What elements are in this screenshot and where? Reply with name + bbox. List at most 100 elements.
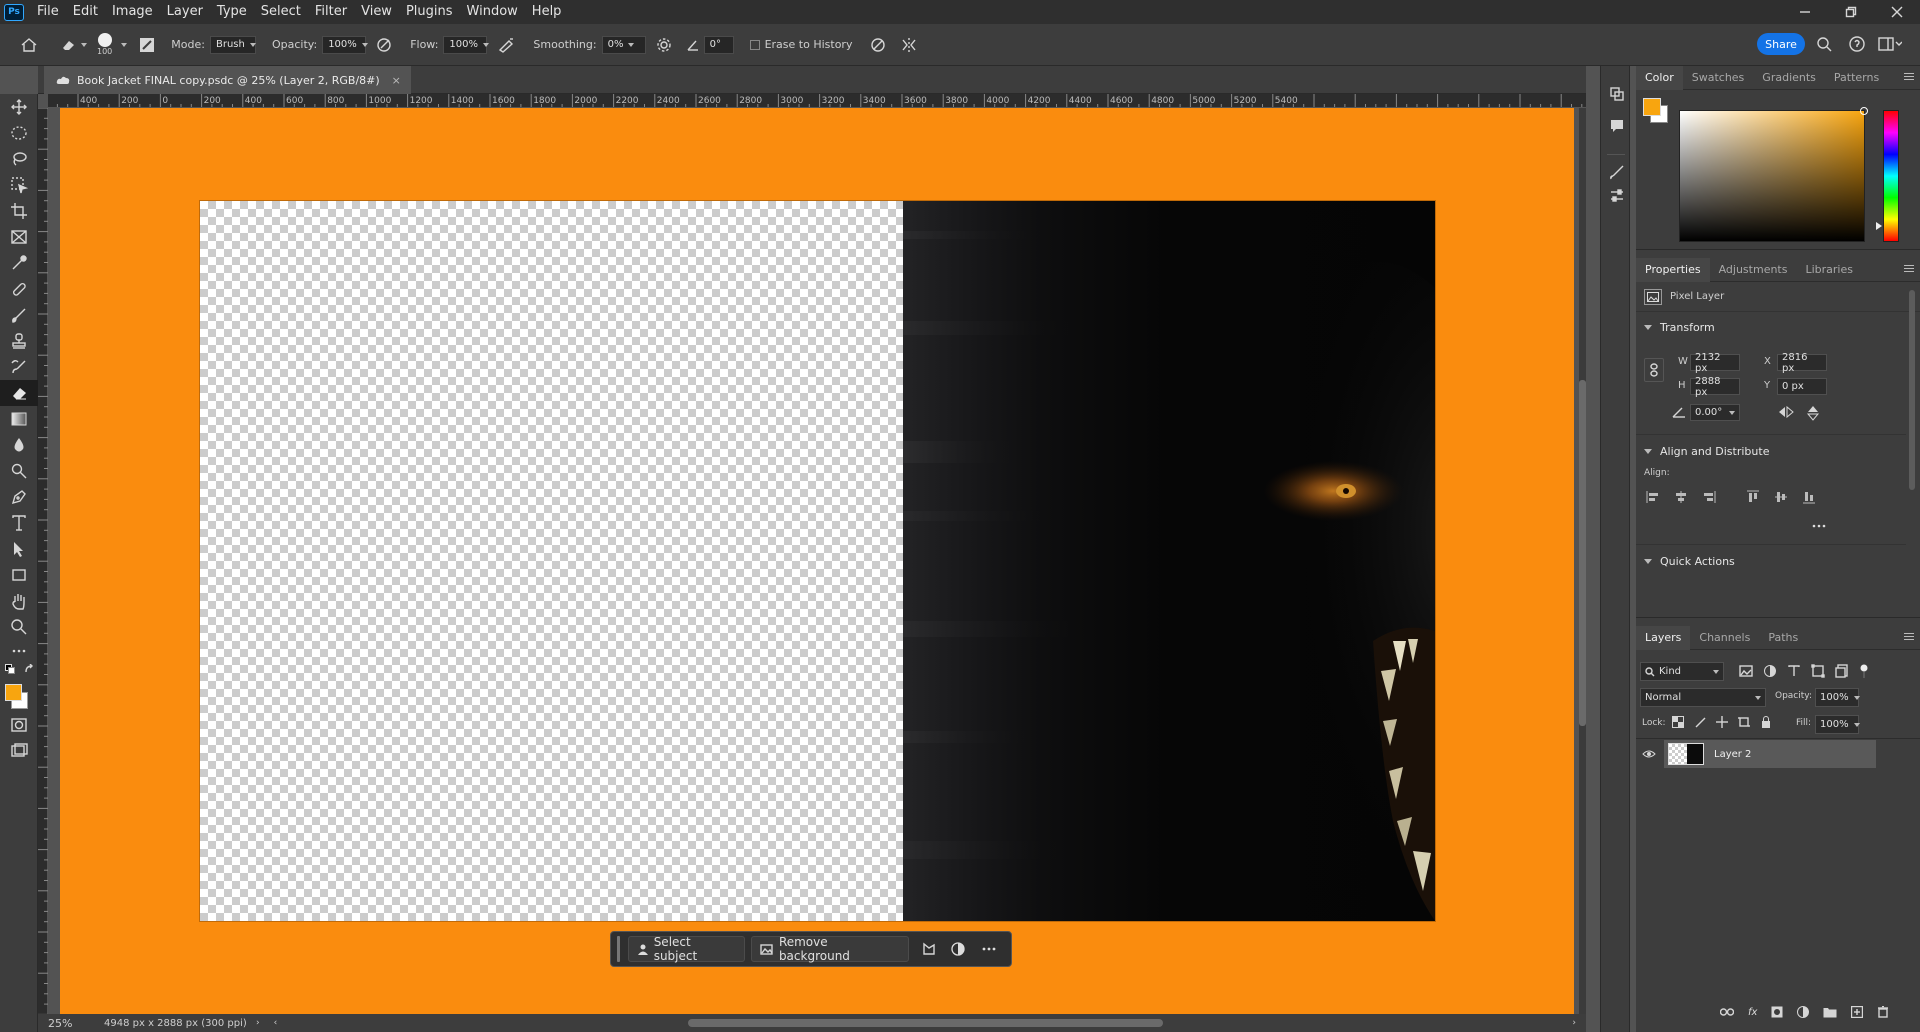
restore-button[interactable] <box>1828 0 1874 24</box>
new-fill-adjustment-layer-icon[interactable] <box>1797 1006 1810 1018</box>
healing-brush-tool-icon[interactable] <box>0 276 38 302</box>
horizontal-scroll-thumb[interactable] <box>688 1019 1163 1027</box>
tab-paths[interactable]: Paths <box>1759 626 1807 650</box>
tab-patterns[interactable]: Patterns <box>1825 66 1888 90</box>
pen-tool-icon[interactable] <box>0 484 38 510</box>
smoothing-settings-gear-icon[interactable] <box>656 37 672 53</box>
link-layers-icon[interactable] <box>1720 1007 1734 1017</box>
hand-tool-icon[interactable] <box>0 588 38 614</box>
blend-mode-select[interactable]: Normal <box>1640 688 1766 707</box>
lock-image-pixels-icon[interactable] <box>1694 716 1706 728</box>
align-horizontal-center-icon[interactable] <box>1674 490 1688 504</box>
lock-all-icon[interactable] <box>1760 716 1772 728</box>
brush-settings-panel-icon[interactable] <box>1609 164 1625 180</box>
tab-channels[interactable]: Channels <box>1690 626 1759 650</box>
mode-select[interactable]: Brush <box>209 35 256 54</box>
color-swatches[interactable] <box>0 678 37 712</box>
layer-name[interactable]: Layer 2 <box>1714 749 1751 760</box>
menu-layer[interactable]: Layer <box>160 0 210 24</box>
menu-image[interactable]: Image <box>105 0 160 24</box>
document-tab[interactable]: Book Jacket FINAL copy.psdc @ 25% (Layer… <box>44 66 411 94</box>
select-subject-button[interactable]: Select subject <box>627 935 746 963</box>
blur-tool-icon[interactable] <box>0 432 38 458</box>
flip-horizontal-icon[interactable] <box>1778 405 1794 419</box>
scroll-left-icon[interactable]: ‹ <box>274 1018 278 1028</box>
adjustments-panel-icon[interactable] <box>1609 188 1625 204</box>
tab-swatches[interactable]: Swatches <box>1683 66 1754 90</box>
menu-help[interactable]: Help <box>525 0 569 24</box>
brush-preset-picker[interactable]: 100 <box>97 33 112 56</box>
eraser-tool-icon[interactable] <box>0 380 38 406</box>
menu-select[interactable]: Select <box>254 0 308 24</box>
pressure-opacity-icon[interactable] <box>376 37 392 53</box>
brush-settings-icon[interactable] <box>139 37 155 53</box>
default-colors-icon[interactable] <box>0 662 37 678</box>
marquee-tool-icon[interactable] <box>0 120 38 146</box>
align-vertical-center-icon[interactable] <box>1774 490 1788 504</box>
layer-opacity-field[interactable]: 100% <box>1815 688 1860 707</box>
opacity-field[interactable]: 100% <box>322 35 368 54</box>
filter-toggle-icon[interactable] <box>1859 664 1869 678</box>
document-canvas[interactable] <box>60 108 1574 1016</box>
search-icon[interactable] <box>1816 36 1832 52</box>
layer-filter-kind-select[interactable]: Kind <box>1640 662 1724 681</box>
color-picker-cursor[interactable] <box>1860 107 1868 115</box>
lasso-tool-icon[interactable] <box>0 146 38 172</box>
more-options-icon[interactable] <box>974 947 1005 951</box>
home-icon[interactable] <box>20 37 38 53</box>
layer-style-icon[interactable]: fx <box>1748 1007 1757 1018</box>
menu-window[interactable]: Window <box>460 0 525 24</box>
new-group-icon[interactable] <box>1823 1006 1837 1018</box>
filter-smart-object-icon[interactable] <box>1835 664 1849 678</box>
color-field[interactable] <box>1679 107 1868 242</box>
filter-pixel-icon[interactable] <box>1739 664 1753 678</box>
new-layer-icon[interactable] <box>1851 1006 1864 1018</box>
transform-icon[interactable] <box>915 942 942 956</box>
tab-libraries[interactable]: Libraries <box>1796 258 1862 282</box>
crop-tool-icon[interactable] <box>0 198 38 224</box>
hue-slider[interactable] <box>1883 110 1899 242</box>
swap-colors-icon[interactable] <box>24 664 34 674</box>
menu-filter[interactable]: Filter <box>308 0 354 24</box>
more-tools-icon[interactable] <box>0 640 38 662</box>
flow-field[interactable]: 100% <box>443 35 489 54</box>
y-field[interactable]: 0 px <box>1777 378 1827 395</box>
zoom-tool-icon[interactable] <box>0 614 38 640</box>
height-field[interactable]: 2888 px <box>1690 376 1740 398</box>
align-left-icon[interactable] <box>1646 490 1660 504</box>
move-tool-icon[interactable] <box>0 94 38 120</box>
symmetry-icon[interactable] <box>900 37 918 53</box>
help-icon[interactable] <box>1849 36 1865 52</box>
layer-row[interactable]: Layer 2 <box>1636 740 1920 768</box>
canvas-area[interactable]: Select subject Remove background <box>48 108 1586 1020</box>
workspace-icon[interactable] <box>1878 37 1902 51</box>
foreground-color-swatch[interactable] <box>5 684 22 701</box>
dodge-tool-icon[interactable] <box>0 458 38 484</box>
screen-mode-icon[interactable] <box>0 738 38 764</box>
transform-section-header[interactable]: Transform <box>1636 316 1920 338</box>
delete-layer-icon[interactable] <box>1877 1006 1889 1018</box>
layer-2-content[interactable] <box>199 200 1436 922</box>
clone-stamp-tool-icon[interactable] <box>0 328 38 354</box>
menu-type[interactable]: Type <box>210 0 254 24</box>
remove-background-button[interactable]: Remove background <box>751 935 909 963</box>
quick-mask-icon[interactable] <box>0 712 38 738</box>
tab-adjustments[interactable]: Adjustments <box>1710 258 1797 282</box>
frame-tool-icon[interactable] <box>0 224 38 250</box>
gradient-tool-icon[interactable] <box>0 406 38 432</box>
tab-color[interactable]: Color <box>1636 65 1683 90</box>
panel-menu-icon[interactable] <box>1904 73 1914 82</box>
tab-properties[interactable]: Properties <box>1636 257 1710 282</box>
panel-menu-icon[interactable] <box>1904 265 1914 274</box>
visibility-eye-icon[interactable] <box>1642 749 1656 759</box>
smoothing-field[interactable]: 0% <box>601 35 646 54</box>
erase-to-history-checkbox[interactable]: Erase to History <box>749 38 852 51</box>
drag-handle[interactable] <box>617 936 620 962</box>
flip-vertical-icon[interactable] <box>1806 405 1820 421</box>
scroll-right-icon[interactable]: › <box>1572 1018 1576 1028</box>
filter-adjustment-icon[interactable] <box>1763 664 1777 678</box>
status-expand-icon[interactable]: › <box>256 1018 260 1028</box>
eyedropper-tool-icon[interactable] <box>0 250 38 276</box>
add-mask-icon[interactable] <box>1771 1006 1783 1018</box>
type-tool-icon[interactable] <box>0 510 38 536</box>
